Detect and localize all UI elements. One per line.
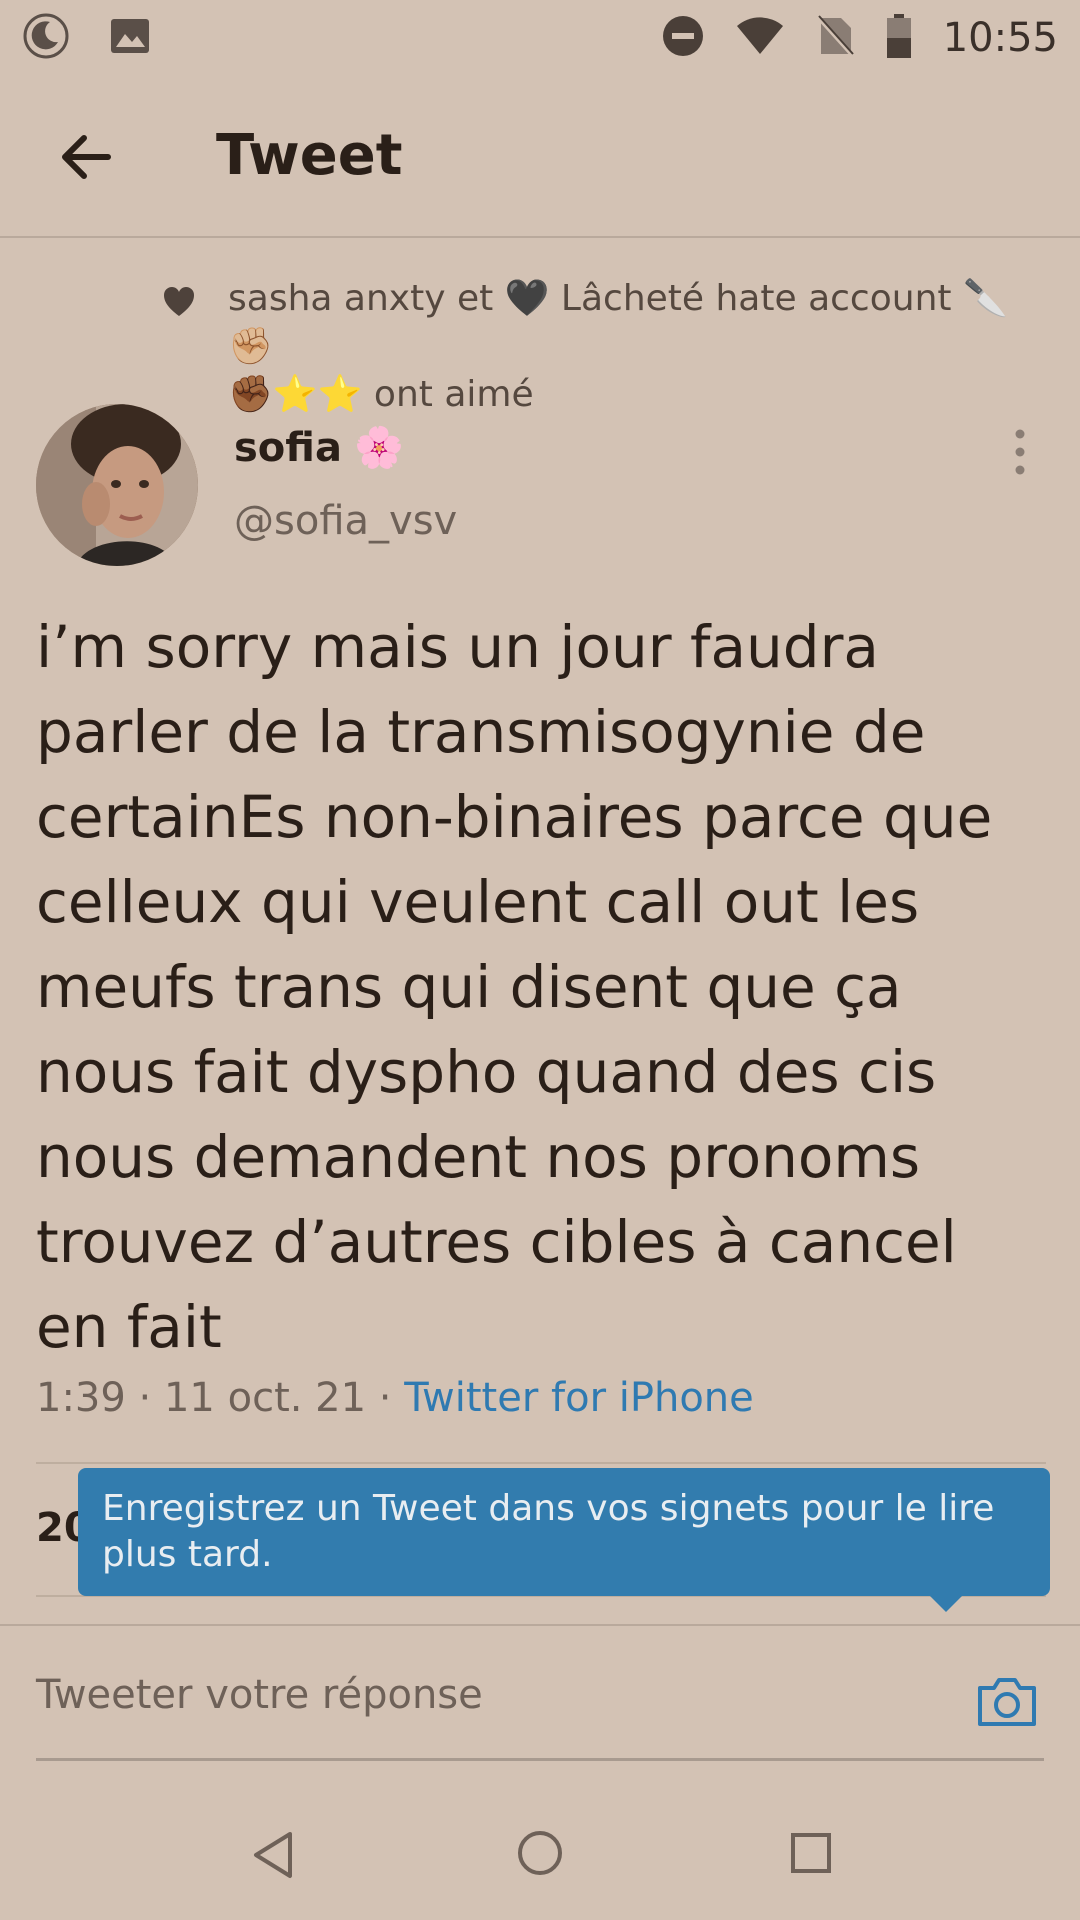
bookmark-tooltip[interactable]: Enregistrez un Tweet dans vos signets po… <box>78 1468 1050 1596</box>
meta-separator: · <box>378 1375 405 1421</box>
page-title: Tweet <box>216 123 403 188</box>
camera-button[interactable] <box>976 1670 1038 1732</box>
liked-by-text: sasha anxty et 🖤 Lâcheté hate account 🔪 … <box>228 275 1048 419</box>
tweet-source-link[interactable]: Twitter for iPhone <box>404 1375 754 1421</box>
do-not-disturb-icon <box>661 14 705 62</box>
tweet-meta: 1:39 · 11 oct. 21 · Twitter for iPhone <box>36 1375 754 1421</box>
meta-separator: · <box>138 1375 164 1421</box>
wifi-icon <box>735 16 785 60</box>
more-vertical-icon <box>1015 429 1025 475</box>
no-sim-icon <box>815 14 855 62</box>
nav-back-button[interactable] <box>250 1830 296 1884</box>
nav-recent-icon <box>791 1833 831 1873</box>
divider <box>0 1624 1080 1626</box>
cherry-blossom-icon: 🌸 <box>353 425 404 471</box>
tooltip-arrow <box>928 1594 964 1612</box>
author-name[interactable]: sofia 🌸 <box>234 424 404 472</box>
reply-underline <box>36 1758 1044 1761</box>
reply-input[interactable]: Tweeter votre réponse <box>36 1672 936 1718</box>
divider <box>36 1462 1046 1464</box>
moon-icon <box>22 12 70 64</box>
nav-home-button[interactable] <box>517 1828 563 1882</box>
nav-back-icon <box>254 1832 292 1878</box>
camera-icon <box>978 1678 1036 1726</box>
tweet-time: 1:39 <box>36 1375 126 1421</box>
back-button[interactable] <box>56 127 116 187</box>
heart-icon <box>164 287 194 316</box>
liked-by-line-1: sasha anxty et 🖤 Lâcheté hate account 🔪 … <box>228 278 1008 367</box>
status-bar: 10:55 <box>0 0 1080 75</box>
system-nav-bar <box>0 1790 1080 1920</box>
liked-by-line-2: ✊🏾⭐⭐ ont aimé <box>228 374 534 415</box>
tweet-text: i’m sorry mais un jour faudra parler de … <box>36 613 993 1361</box>
tweet-date: 11 oct. 21 <box>163 1375 367 1421</box>
nav-recent-button[interactable] <box>790 1832 832 1878</box>
display-name-text: sofia <box>234 424 342 471</box>
battery-icon <box>885 12 913 64</box>
author-handle[interactable]: @sofia_vsv <box>234 498 457 544</box>
status-time: 10:55 <box>942 14 1058 61</box>
nav-home-icon <box>518 1831 562 1875</box>
image-icon <box>108 14 152 62</box>
avatar[interactable] <box>36 404 198 566</box>
app-header: Tweet <box>0 75 1080 238</box>
arrow-left-icon <box>62 135 111 179</box>
more-options-button[interactable] <box>1000 428 1040 478</box>
